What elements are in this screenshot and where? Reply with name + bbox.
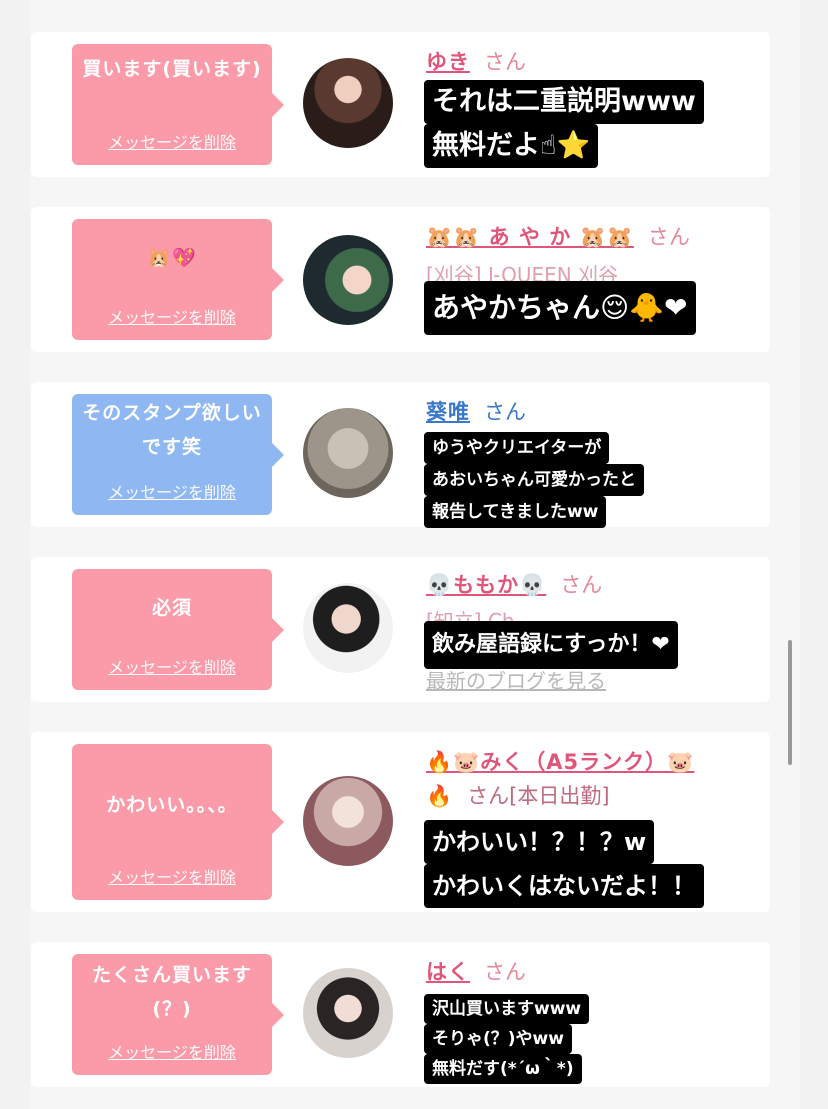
overlay-caption: 飲み屋語録にすっか！❤: [424, 621, 678, 669]
avatar[interactable]: [303, 776, 393, 866]
avatar[interactable]: [303, 235, 393, 325]
caption-line: 沢山買いますwww: [424, 994, 590, 1024]
message-bubble: 必須 メッセージを削除: [72, 569, 284, 690]
caption-line: そりゃ(？)やww: [424, 1024, 572, 1054]
delete-message-link[interactable]: メッセージを削除: [72, 654, 272, 678]
caption-line: あおいちゃん可愛かったと: [424, 464, 644, 496]
caption-line: 無料だよ☝⭐: [424, 124, 599, 168]
sender-name-link-2[interactable]: 🔥: [426, 784, 453, 808]
delete-message-link[interactable]: メッセージを削除: [72, 129, 272, 153]
honorific: さん: [647, 225, 690, 249]
sender-name-link[interactable]: ゆき: [426, 50, 470, 74]
sender-name-line: 🐹🐹 あ や か 🐹🐹 さん: [426, 221, 690, 251]
sender-name-link[interactable]: 💀ももか💀: [426, 573, 546, 597]
caption-line: かわいい！？！？w: [424, 820, 655, 864]
message-text: たくさん買います(？): [91, 964, 252, 1020]
caption-line: 飲み屋語録にすっか！❤: [424, 621, 678, 669]
caption-line: かわいくはないだよ！！: [424, 864, 704, 908]
avatar[interactable]: [303, 408, 393, 498]
delete-message-link[interactable]: メッセージを削除: [72, 304, 272, 328]
message-text: 🐹💖: [147, 247, 197, 269]
honorific: さん: [560, 573, 603, 597]
message-text: そのスタンプ欲しいです笑: [82, 402, 262, 458]
message-bubble: そのスタンプ欲しいです笑 メッセージを削除: [72, 394, 284, 515]
overlay-caption: ゆうやクリエイターが あおいちゃん可愛かったと 報告してきましたww: [424, 432, 644, 528]
message-bubble: たくさん買います(？) メッセージを削除: [72, 954, 284, 1075]
sender-name-line: 🔥🐷みく（A5ランク）🐷: [426, 746, 694, 776]
message-card: 🐹💖 メッセージを削除 🐹🐹 あ や か 🐹🐹 さん [刈谷] J-QUEEN 刈…: [31, 207, 770, 352]
sender-name-line: 💀ももか💀 さん: [426, 569, 602, 599]
message-card: たくさん買います(？) メッセージを削除 はく さん 沢山買いますwww そりゃ(…: [31, 942, 770, 1087]
message-card: かわいい。。、。 メッセージを削除 🔥🐷みく（A5ランク）🐷 🔥 さん[本日出勤]…: [31, 732, 770, 912]
caption-line: それは二重説明www: [424, 80, 704, 124]
honorific: さん[本日出勤]: [467, 784, 610, 808]
sender-name-link[interactable]: はく: [426, 960, 470, 984]
sender-name-link[interactable]: 🐹🐹 あ や か 🐹🐹: [426, 225, 634, 249]
message-card: 必須 メッセージを削除 💀ももか💀さん [知立] Ch... 飲み屋語録にすっか…: [31, 557, 770, 702]
avatar[interactable]: [303, 583, 393, 673]
message-text: 買います(買います): [82, 58, 262, 80]
message-card: 買います(買います) メッセージを削除 ゆき さん それは二重説明www 無料だよ…: [31, 32, 770, 177]
message-bubble: 買います(買います) メッセージを削除: [72, 44, 284, 165]
delete-message-link[interactable]: メッセージを削除: [72, 479, 272, 503]
avatar[interactable]: [303, 58, 393, 148]
honorific: さん: [484, 960, 526, 984]
sender-name-link[interactable]: 葵唯: [426, 400, 470, 424]
delete-message-link[interactable]: メッセージを削除: [72, 1039, 272, 1063]
caption-line: あやかちゃん😌🐥❤: [424, 281, 696, 335]
sender-name-line-2: 🔥 さん[本日出勤]: [426, 780, 610, 810]
message-bubble: 🐹💖 メッセージを削除: [72, 219, 284, 340]
honorific: さん: [484, 50, 526, 74]
caption-line: ゆうやクリエイターが: [424, 432, 610, 464]
sender-name-line: はく さん: [426, 956, 526, 986]
overlay-caption: 沢山買いますwww そりゃ(？)やww 無料だす(*´ω｀*): [424, 994, 590, 1084]
avatar[interactable]: [303, 968, 393, 1058]
message-card: そのスタンプ欲しいです笑 メッセージを削除 葵唯 さん ゆうやクリエイターが あお…: [31, 382, 770, 528]
caption-line: 無料だす(*´ω｀*): [424, 1054, 582, 1084]
overlay-caption: それは二重説明www 無料だよ☝⭐: [424, 80, 704, 168]
overlay-caption: かわいい！？！？w かわいくはないだよ！！: [424, 820, 704, 908]
sender-name-line: ゆき さん: [426, 46, 526, 76]
message-text: 必須: [151, 597, 192, 619]
caption-line: 報告してきましたww: [424, 496, 607, 528]
sender-name-link[interactable]: 🔥🐷みく（A5ランク）🐷: [426, 750, 694, 774]
delete-message-link[interactable]: メッセージを削除: [72, 864, 272, 888]
scrollbar[interactable]: [788, 640, 792, 765]
overlay-caption: あやかちゃん😌🐥❤: [424, 281, 696, 335]
sender-name-line: 葵唯 さん: [426, 396, 526, 426]
message-text: かわいい。。、。: [106, 794, 238, 816]
honorific: さん: [484, 400, 526, 424]
latest-blog-link[interactable]: 最新のブログを見る: [426, 665, 606, 694]
message-bubble: かわいい。。、。 メッセージを削除: [72, 744, 284, 900]
